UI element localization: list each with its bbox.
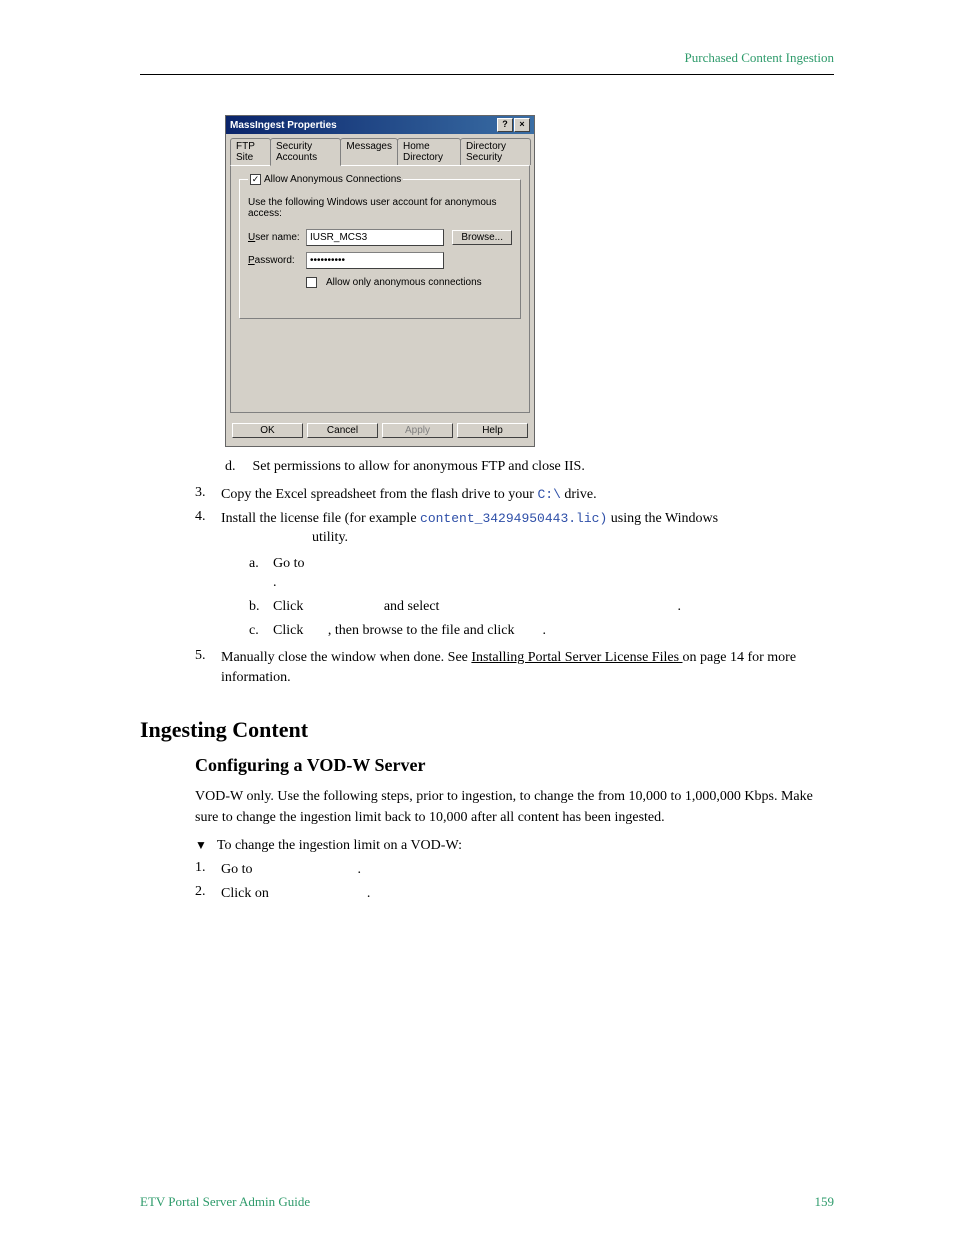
help-button[interactable]: Help xyxy=(457,423,528,438)
step-4c: c. Click , then browse to the file and c… xyxy=(249,621,834,641)
cancel-button[interactable]: Cancel xyxy=(307,423,378,438)
page-number: 159 xyxy=(815,1194,835,1210)
heading-vodw: Configuring a VOD-W Server xyxy=(195,755,834,776)
allow-only-label: Allow only anonymous connections xyxy=(326,277,482,288)
password-label: Password: xyxy=(248,255,300,266)
page-footer: ETV Portal Server Admin Guide 159 xyxy=(140,1194,834,1210)
allow-only-checkbox[interactable] xyxy=(306,277,317,288)
vodw-paragraph: VOD-W only. Use the following steps, pri… xyxy=(195,786,834,828)
properties-dialog: MassIngest Properties ? × FTP Site Secur… xyxy=(225,115,535,447)
help-icon[interactable]: ? xyxy=(497,118,513,132)
anon-note: Use the following Windows user account f… xyxy=(248,197,512,219)
triangle-icon: ▼ xyxy=(195,838,207,854)
browse-button[interactable]: Browse... xyxy=(452,230,512,245)
tab-directory-security[interactable]: Directory Security xyxy=(460,138,531,165)
code-license: content_34294950443.lic) xyxy=(420,511,607,526)
tab-messages[interactable]: Messages xyxy=(340,138,398,165)
apply-button[interactable]: Apply xyxy=(382,423,453,438)
anon-fieldset: ✓Allow Anonymous Connections Use the fol… xyxy=(239,174,521,319)
tab-ftp-site[interactable]: FTP Site xyxy=(230,138,271,165)
step-4: 4. Install the license file (for example… xyxy=(195,509,834,645)
ok-button[interactable]: OK xyxy=(232,423,303,438)
procedure-intro: ▼ To change the ingestion limit on a VOD… xyxy=(195,838,834,854)
heading-ingesting-content: Ingesting Content xyxy=(140,717,834,743)
username-input[interactable]: IUSR_MCS3 xyxy=(306,229,444,246)
step-4a: a. Go to . xyxy=(249,554,834,593)
allow-anon-legend[interactable]: ✓Allow Anonymous Connections xyxy=(248,174,403,185)
tab-security-accounts[interactable]: Security Accounts xyxy=(270,138,341,166)
step-4b: b. Click and select . xyxy=(249,597,834,617)
step-5: 5. Manually close the window when done. … xyxy=(195,648,834,687)
proc-step-1: 1. Go to . xyxy=(195,860,834,880)
step-d: d. Set permissions to allow for anonymou… xyxy=(225,459,834,475)
dialog-title: MassIngest Properties xyxy=(230,120,337,131)
close-icon[interactable]: × xyxy=(514,118,530,132)
proc-step-2: 2. Click on . xyxy=(195,884,834,904)
code-path: C:\ xyxy=(537,487,560,502)
password-input[interactable]: •••••••••• xyxy=(306,252,444,269)
step-3: 3. Copy the Excel spreadsheet from the f… xyxy=(195,485,834,505)
tab-strip: FTP Site Security Accounts Messages Home… xyxy=(226,134,534,165)
titlebar: MassIngest Properties ? × xyxy=(226,116,534,134)
link-license-files[interactable]: Installing Portal Server License Files xyxy=(471,650,682,665)
allow-anon-checkbox[interactable]: ✓ xyxy=(250,174,261,185)
tab-home-directory[interactable]: Home Directory xyxy=(397,138,461,165)
page-header: Purchased Content Ingestion xyxy=(140,50,834,75)
dialog-panel: ✓Allow Anonymous Connections Use the fol… xyxy=(230,165,530,413)
username-label: User name: xyxy=(248,232,300,243)
footer-title: ETV Portal Server Admin Guide xyxy=(140,1194,310,1210)
